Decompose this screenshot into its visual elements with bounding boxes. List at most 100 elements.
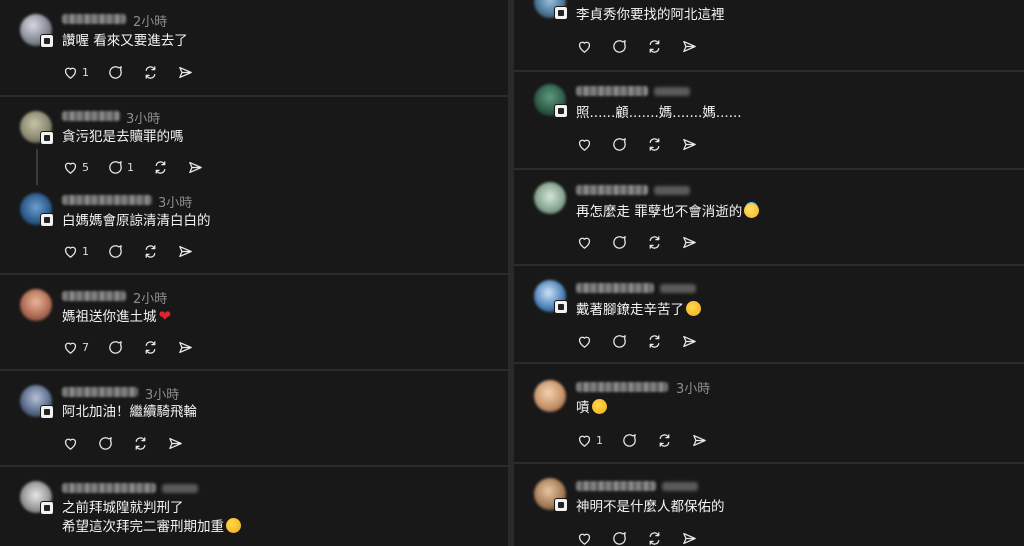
username[interactable] <box>62 14 126 24</box>
reply-button[interactable] <box>611 333 628 350</box>
repost-button[interactable] <box>142 64 159 81</box>
repost-button[interactable] <box>142 339 159 356</box>
share-button[interactable] <box>177 64 194 81</box>
share-button[interactable] <box>177 339 194 356</box>
like-button[interactable] <box>576 136 593 153</box>
follow-badge-icon[interactable] <box>40 131 54 145</box>
username[interactable] <box>62 195 152 205</box>
reply-button[interactable]: 1 <box>107 159 134 176</box>
timestamp <box>654 186 690 195</box>
like-button[interactable] <box>576 234 593 251</box>
send-paper-plane-icon <box>683 40 696 52</box>
reply-button[interactable] <box>107 64 124 81</box>
share-button[interactable] <box>681 333 698 350</box>
comment-post: 3小時 嘖 1 <box>514 364 1024 462</box>
timestamp: 3小時 <box>676 382 711 397</box>
follow-badge-icon[interactable] <box>554 104 568 118</box>
action-bar <box>576 36 716 56</box>
send-paper-plane-icon <box>169 437 182 449</box>
like-button[interactable] <box>576 38 593 55</box>
send-paper-plane-icon <box>683 335 696 347</box>
follow-badge-icon[interactable] <box>554 6 568 20</box>
heart-outline-icon <box>64 67 77 79</box>
reply-button[interactable] <box>611 136 628 153</box>
follow-badge-icon[interactable] <box>554 300 568 314</box>
like-button[interactable]: 1 <box>62 243 89 260</box>
action-bar: 7 <box>62 337 212 357</box>
comment-post: 之前拜城隍就判刑了 希望這次拜完二審刑期加重 <box>0 467 508 546</box>
repost-arrows-icon <box>649 235 660 249</box>
like-button[interactable] <box>576 333 593 350</box>
repost-button[interactable] <box>152 159 169 176</box>
repost-button[interactable] <box>646 530 663 546</box>
repost-button[interactable] <box>646 333 663 350</box>
like-button[interactable]: 1 <box>576 432 603 449</box>
timestamp: 2小時 <box>133 292 168 307</box>
username[interactable] <box>576 481 656 491</box>
like-button[interactable]: 7 <box>62 339 89 356</box>
share-button[interactable] <box>681 136 698 153</box>
repost-arrows-icon <box>659 433 670 447</box>
like-button[interactable]: 5 <box>62 159 89 176</box>
action-bar <box>576 134 716 154</box>
repost-button[interactable] <box>646 38 663 55</box>
send-paper-plane-icon <box>683 236 696 248</box>
user-avatar[interactable] <box>534 380 566 412</box>
repost-arrows-icon <box>145 244 156 258</box>
username[interactable] <box>576 86 648 96</box>
heart-outline-icon <box>578 237 591 249</box>
like-button[interactable]: 1 <box>62 64 89 81</box>
comment-post: 2小時 讚喔 看來又要進去了 1 <box>0 0 508 95</box>
repost-button[interactable] <box>646 234 663 251</box>
like-button[interactable] <box>576 530 593 546</box>
share-button[interactable] <box>177 243 194 260</box>
user-avatar[interactable] <box>20 289 52 321</box>
comment-post: 3小時 白媽媽會原諒清清白白的 1 <box>0 187 508 273</box>
right-comment-column: 李貞秀你要找的阿北這裡 照......顧.......媽.......媽....… <box>514 0 1024 546</box>
reply-button[interactable] <box>621 432 638 449</box>
follow-badge-icon[interactable] <box>40 405 54 419</box>
action-bar <box>62 433 202 453</box>
action-bar <box>576 528 716 546</box>
username[interactable] <box>576 185 648 195</box>
reply-button[interactable] <box>97 435 114 452</box>
like-count: 5 <box>82 160 89 174</box>
reply-button[interactable] <box>107 243 124 260</box>
reply-button[interactable] <box>611 530 628 546</box>
comment-text-line-2: 希望這次拜完二審刑期加重 <box>62 517 241 537</box>
share-button[interactable] <box>681 530 698 546</box>
share-button[interactable] <box>167 435 184 452</box>
reply-button[interactable] <box>107 339 124 356</box>
username[interactable] <box>62 111 120 121</box>
share-button[interactable] <box>681 38 698 55</box>
follow-badge-icon[interactable] <box>40 34 54 48</box>
share-button[interactable] <box>187 159 204 176</box>
comment-post: 戴著腳鐐走辛苦了 <box>514 266 1024 362</box>
follow-badge-icon[interactable] <box>554 498 568 512</box>
timestamp <box>660 284 696 293</box>
user-avatar[interactable] <box>534 182 566 214</box>
repost-button[interactable] <box>656 432 673 449</box>
comment-text: 戴著腳鐐走辛苦了 <box>576 300 701 320</box>
share-button[interactable] <box>691 432 708 449</box>
repost-arrows-icon <box>135 436 146 450</box>
like-button[interactable] <box>62 435 79 452</box>
username[interactable] <box>576 382 668 392</box>
reply-button[interactable] <box>611 234 628 251</box>
comment-post: 再怎麼走 罪孽也不會消逝的 <box>514 170 1024 264</box>
repost-button[interactable] <box>132 435 149 452</box>
username[interactable] <box>62 291 126 301</box>
repost-arrows-icon <box>649 334 660 348</box>
follow-badge-icon[interactable] <box>40 501 54 515</box>
share-button[interactable] <box>681 234 698 251</box>
comment-text: 嘖 <box>576 398 607 418</box>
repost-arrows-icon <box>649 531 660 545</box>
username[interactable] <box>62 387 138 397</box>
reply-button[interactable] <box>611 38 628 55</box>
repost-button[interactable] <box>142 243 159 260</box>
timestamp: 3小時 <box>145 388 180 403</box>
follow-badge-icon[interactable] <box>40 213 54 227</box>
repost-button[interactable] <box>646 136 663 153</box>
username[interactable] <box>576 283 654 293</box>
username[interactable] <box>62 483 156 493</box>
